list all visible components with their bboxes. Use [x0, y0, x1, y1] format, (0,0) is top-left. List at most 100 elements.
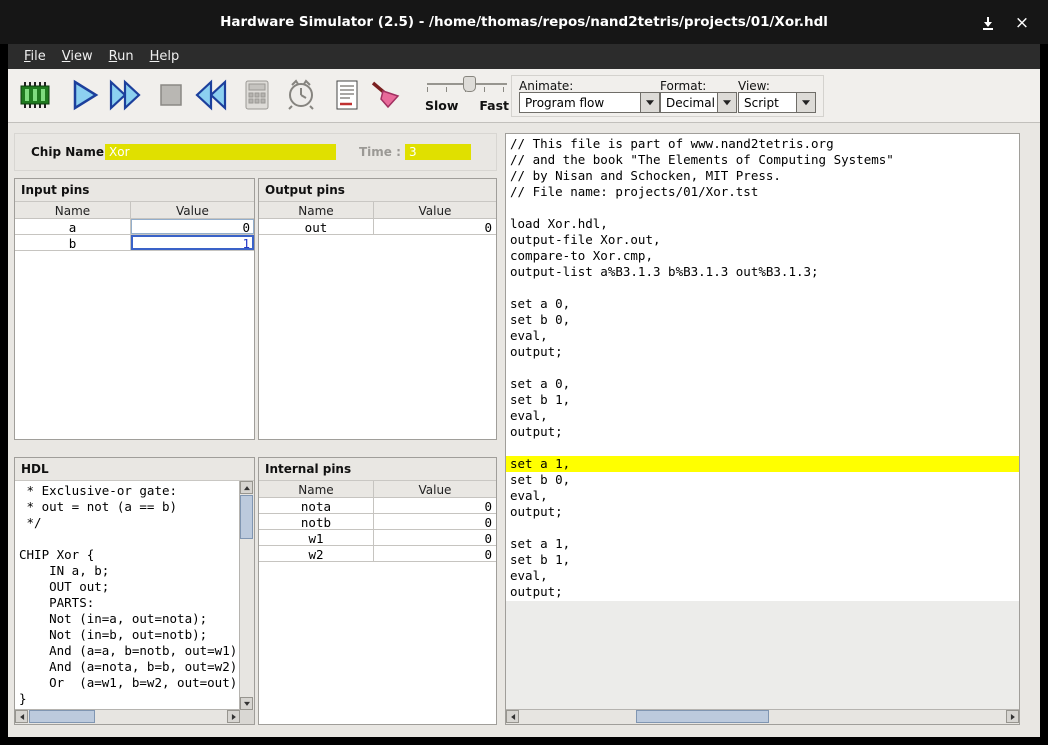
format-value: Decimal [661, 93, 717, 112]
code-line: Not (in=a, out=nota); [15, 611, 240, 627]
single-step-icon[interactable] [68, 79, 102, 111]
slider-thumb[interactable] [463, 76, 476, 92]
scroll-left-icon[interactable] [506, 710, 519, 723]
pin-row-b: b1 [15, 235, 254, 251]
code-line: output-list a%B3.1.3 b%B3.1.3 out%B3.1.3… [506, 264, 1019, 280]
table-header-row: NameValue [15, 202, 254, 219]
code-line: output; [506, 344, 1019, 360]
code-line: set a 0, [506, 296, 1019, 312]
titlebar: Hardware Simulator (2.5) - /home/thomas/… [0, 0, 1048, 44]
code-line: // and the book "The Elements of Computi… [506, 152, 1019, 168]
code-line: output; [506, 584, 1019, 600]
pin-value: 0 [374, 498, 496, 514]
internal-pins-panel: Internal pins NameValuenota0notb0w10w20 [258, 457, 497, 725]
scrollbar-thumb[interactable] [240, 495, 253, 539]
code-line: output-file Xor.out, [506, 232, 1019, 248]
column-header: Name [259, 481, 374, 498]
code-line [506, 360, 1019, 376]
speed-slider[interactable]: Slow Fast [425, 73, 509, 119]
pin-row-notb: notb0 [259, 514, 496, 530]
menu-item-help[interactable]: Help [142, 46, 188, 67]
view-label: View: [738, 79, 770, 93]
pin-name: a [15, 219, 131, 235]
code-line [506, 200, 1019, 216]
time-display: 3 [405, 144, 471, 160]
scroll-right-icon[interactable] [227, 710, 240, 723]
output-pins-table: NameValueout0 [259, 201, 496, 439]
run-icon[interactable] [108, 79, 142, 111]
script-view-icon[interactable] [330, 79, 364, 111]
hdl-horizontal-scrollbar[interactable] [15, 709, 240, 724]
hdl-vertical-scrollbar[interactable] [239, 481, 254, 710]
pin-name: w1 [259, 530, 374, 546]
script-horizontal-scrollbar[interactable] [506, 709, 1019, 724]
brush-icon[interactable] [368, 79, 402, 111]
hdl-panel: HDL * Exclusive-or gate: * out = not (a … [14, 457, 255, 725]
format-select[interactable]: Decimal [660, 92, 737, 113]
column-header: Value [374, 202, 496, 219]
scroll-up-icon[interactable] [240, 481, 253, 494]
code-line: CHIP Xor { [15, 547, 240, 563]
chip-row: Chip Name : Xor Time : 3 [14, 133, 497, 171]
slider-slow-label: Slow [425, 98, 458, 113]
input-pins-panel: Input pins NameValuea0b1 [14, 178, 255, 440]
code-line: set b 0, [506, 472, 1019, 488]
pin-name: out [259, 219, 374, 235]
code-line [506, 520, 1019, 536]
menu-item-run[interactable]: Run [101, 46, 142, 67]
pin-value: 0 [374, 530, 496, 546]
view-select[interactable]: Script [738, 92, 816, 113]
pin-value[interactable]: 1 [131, 235, 254, 251]
scroll-right-icon[interactable] [1006, 710, 1019, 723]
pin-row-w2: w20 [259, 546, 496, 562]
code-line: set a 0, [506, 376, 1019, 392]
output-pins-panel: Output pins NameValueout0 [258, 178, 497, 440]
pin-name: w2 [259, 546, 374, 562]
code-line: compare-to Xor.cmp, [506, 248, 1019, 264]
code-line: set b 1, [506, 552, 1019, 568]
pin-row-w1: w10 [259, 530, 496, 546]
close-icon[interactable]: × [1012, 13, 1032, 33]
clock-icon[interactable] [284, 79, 318, 111]
time-label: Time : [359, 145, 401, 159]
scrollbar-thumb[interactable] [29, 710, 95, 723]
stop-icon[interactable] [154, 79, 188, 111]
pin-name: notb [259, 514, 374, 530]
code-line: set a 1, [506, 536, 1019, 552]
animate-value: Program flow [520, 93, 640, 112]
animate-select[interactable]: Program flow [519, 92, 660, 113]
calculator-icon[interactable] [240, 79, 274, 111]
scroll-down-icon[interactable] [240, 697, 253, 710]
code-line: // File name: projects/01/Xor.tst [506, 184, 1019, 200]
code-line: } [15, 691, 240, 707]
menu-item-file[interactable]: File [16, 46, 54, 67]
code-line: output; [506, 504, 1019, 520]
column-header: Value [374, 481, 496, 498]
code-line: Not (in=b, out=notb); [15, 627, 240, 643]
chevron-down-icon[interactable] [717, 93, 736, 112]
pin-name: b [15, 235, 131, 251]
app-window: Hardware Simulator (2.5) - /home/thomas/… [0, 0, 1048, 745]
code-line: set b 1, [506, 392, 1019, 408]
code-line [15, 531, 240, 547]
code-line: */ [15, 515, 240, 531]
chip-load-icon[interactable] [18, 79, 52, 111]
menu-item-view[interactable]: View [54, 46, 101, 67]
input-pins-title: Input pins [15, 179, 254, 201]
column-header: Value [131, 202, 254, 219]
minimize-icon[interactable] [978, 13, 998, 33]
scroll-left-icon[interactable] [15, 710, 28, 723]
chevron-down-icon[interactable] [796, 93, 815, 112]
download-arrow-icon [981, 16, 995, 30]
scrollbar-thumb[interactable] [636, 710, 769, 723]
reset-icon[interactable] [194, 79, 228, 111]
pin-row-a: a0 [15, 219, 254, 235]
pin-value[interactable]: 0 [131, 219, 254, 235]
code-line: OUT out; [15, 579, 240, 595]
chevron-down-icon[interactable] [640, 93, 659, 112]
code-line: output; [506, 424, 1019, 440]
code-line: And (a=a, b=notb, out=w1); [15, 643, 240, 659]
chip-name-input[interactable]: Xor [105, 144, 336, 160]
code-line: load Xor.hdl, [506, 216, 1019, 232]
toolbar: Slow Fast Animate: Program flow Format: … [8, 69, 1040, 123]
